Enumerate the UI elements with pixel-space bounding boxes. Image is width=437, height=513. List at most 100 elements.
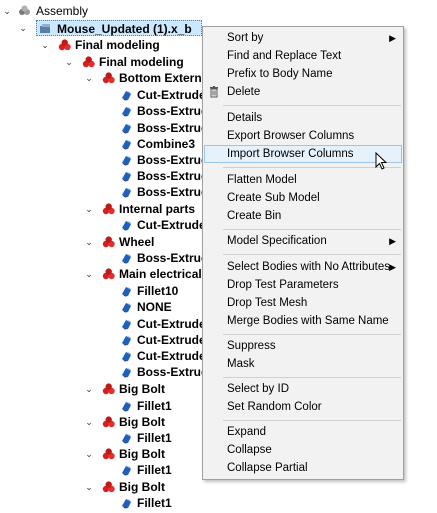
- part-icon: [102, 236, 115, 248]
- menu-item-flatten-model[interactable]: Flatten Model: [204, 171, 402, 189]
- collapse-toggle[interactable]: ⌄: [84, 381, 94, 397]
- menu-item-drop-test-mesh[interactable]: Drop Test Mesh: [204, 294, 402, 312]
- tree-row[interactable]: Fillet1: [0, 398, 200, 414]
- body-icon: [120, 285, 133, 297]
- tree-row[interactable]: Fillet1: [0, 462, 200, 478]
- part-icon: [102, 448, 115, 460]
- tree-row[interactable]: Cut-Extrude: [0, 316, 206, 332]
- tree-row[interactable]: Fillet1: [0, 430, 200, 446]
- menu-item-import-columns[interactable]: Import Browser Columns: [204, 145, 402, 163]
- menu-item-expand[interactable]: Expand: [204, 423, 402, 441]
- collapse-toggle[interactable]: ⌄: [84, 414, 94, 430]
- tree-row[interactable]: Boss-Extrude: [0, 250, 215, 266]
- tree-row[interactable]: ⌄ Final modeling: [0, 37, 200, 53]
- menu-item-collapse[interactable]: Collapse: [204, 441, 402, 459]
- tree-label: Fillet10: [137, 284, 179, 298]
- body-icon: [120, 138, 133, 150]
- tree-row[interactable]: ⌄ Final modeling: [0, 54, 200, 70]
- menu-item-set-random-color[interactable]: Set Random Color: [204, 398, 402, 416]
- tree-row-model-selected[interactable]: Mouse_Updated (1).x_b: [36, 20, 202, 36]
- menu-item-details[interactable]: Details: [204, 109, 402, 127]
- tree-label-model: Mouse_Updated (1).x_b: [57, 22, 192, 36]
- tree-label: Fillet1: [137, 496, 172, 510]
- menu-item-prefix-body[interactable]: Prefix to Body Name: [204, 65, 402, 83]
- submenu-arrow-icon: ▶: [389, 262, 396, 272]
- tree-row[interactable]: Boss-Extrude: [0, 103, 215, 119]
- menu-item-create-sub-model[interactable]: Create Sub Model: [204, 189, 402, 207]
- tree-label: Cut-Extrude: [137, 333, 206, 347]
- tree-row[interactable]: Cut-Extrude: [0, 348, 206, 364]
- body-icon: [120, 366, 133, 378]
- tree-row[interactable]: NONE: [0, 299, 200, 315]
- menu-item-find-replace[interactable]: Find and Replace Text: [204, 47, 402, 65]
- body-icon: [120, 252, 133, 264]
- menu-item-delete[interactable]: Delete: [204, 83, 402, 101]
- tree-label: Cut-Extrude: [137, 349, 206, 363]
- body-icon: [120, 170, 133, 182]
- tree-row[interactable]: ⌄ Big Bolt: [0, 446, 200, 462]
- menu-item-model-specification[interactable]: Model Specification ▶: [204, 232, 402, 250]
- tree-row-assembly[interactable]: ⌄ Assembly: [0, 3, 200, 19]
- tree-row[interactable]: Boss-Extrude: [0, 184, 215, 200]
- collapse-toggle[interactable]: ⌄: [84, 479, 94, 495]
- tree-row[interactable]: Boss-Extrude: [0, 120, 215, 136]
- tree-row[interactable]: Boss-Extrude: [0, 152, 215, 168]
- tree-label: Final modeling: [99, 55, 184, 69]
- body-icon: [120, 318, 133, 330]
- menu-item-collapse-partial[interactable]: Collapse Partial: [204, 459, 402, 477]
- collapse-toggle[interactable]: ⌄: [40, 37, 50, 53]
- part-icon: [102, 72, 115, 84]
- part-icon: [58, 39, 71, 51]
- menu-item-select-by-id[interactable]: Select by ID: [204, 380, 402, 398]
- tree-label: Main electrical: [119, 267, 202, 281]
- collapse-toggle[interactable]: ⌄: [18, 20, 28, 36]
- part-icon: [102, 383, 115, 395]
- body-icon: [120, 219, 133, 231]
- menu-item-export-columns[interactable]: Export Browser Columns: [204, 127, 402, 145]
- body-icon: [120, 122, 133, 134]
- body-icon: [120, 334, 133, 346]
- tree-row[interactable]: ⌄ Big Bolt: [0, 479, 200, 495]
- tree-row[interactable]: Combine3: [0, 136, 200, 152]
- menu-item-sort-by[interactable]: Sort by ▶: [204, 29, 402, 47]
- tree-row[interactable]: Boss-Extrude: [0, 364, 215, 380]
- menu-item-drop-test-parameters[interactable]: Drop Test Parameters: [204, 276, 402, 294]
- tree-label: Fillet1: [137, 431, 172, 445]
- collapse-toggle[interactable]: ⌄: [84, 446, 94, 462]
- menu-item-suppress[interactable]: Suppress: [204, 337, 402, 355]
- menu-item-create-bin[interactable]: Create Bin: [204, 207, 402, 225]
- tree-row[interactable]: ⌄ Internal parts: [0, 201, 200, 217]
- tree-label: Big Bolt: [119, 480, 165, 494]
- tree-label-assembly: Assembly: [36, 4, 89, 18]
- tree-row[interactable]: ⌄ Big Bolt: [0, 414, 200, 430]
- tree-row[interactable]: ⌄ Bottom External: [0, 70, 211, 86]
- submenu-arrow-icon: ▶: [389, 236, 396, 246]
- tree-row[interactable]: Cut-Extrude: [0, 332, 206, 348]
- menu-item-merge-bodies[interactable]: Merge Bodies with Same Name: [204, 312, 402, 330]
- collapse-toggle[interactable]: ⌄: [2, 3, 12, 19]
- tree-label: NONE: [137, 300, 172, 314]
- collapse-toggle[interactable]: ⌄: [84, 234, 94, 250]
- tree-row[interactable]: Boss-Extrude: [0, 168, 215, 184]
- menu-item-mask[interactable]: Mask: [204, 355, 402, 373]
- collapse-toggle[interactable]: ⌄: [84, 201, 94, 217]
- tree-label: Big Bolt: [119, 415, 165, 429]
- tree-label: Bottom External: [119, 71, 212, 85]
- tree-row[interactable]: Cut-Extrude: [0, 217, 206, 233]
- tree-row[interactable]: ⌄ Big Bolt: [0, 381, 200, 397]
- tree-row[interactable]: ⌄ Wheel: [0, 234, 200, 250]
- tree-row[interactable]: Fillet10: [0, 283, 200, 299]
- tree-label: Big Bolt: [119, 447, 165, 461]
- tree-label: Cut-Extrude: [137, 218, 206, 232]
- tree-label: Fillet1: [137, 463, 172, 477]
- tree-row[interactable]: ⌄ Main electrical: [0, 266, 202, 282]
- body-icon: [120, 154, 133, 166]
- tree-row[interactable]: Fillet1: [0, 495, 200, 511]
- menu-item-select-no-attributes[interactable]: Select Bodies with No Attributes ▶: [204, 258, 402, 276]
- collapse-toggle[interactable]: ⌄: [84, 70, 94, 86]
- collapse-toggle[interactable]: ⌄: [64, 54, 74, 70]
- tree-row[interactable]: Cut-Extrude: [0, 87, 206, 103]
- part-icon: [102, 481, 115, 493]
- collapse-toggle[interactable]: ⌄: [84, 266, 94, 282]
- menu-separator: [223, 377, 401, 378]
